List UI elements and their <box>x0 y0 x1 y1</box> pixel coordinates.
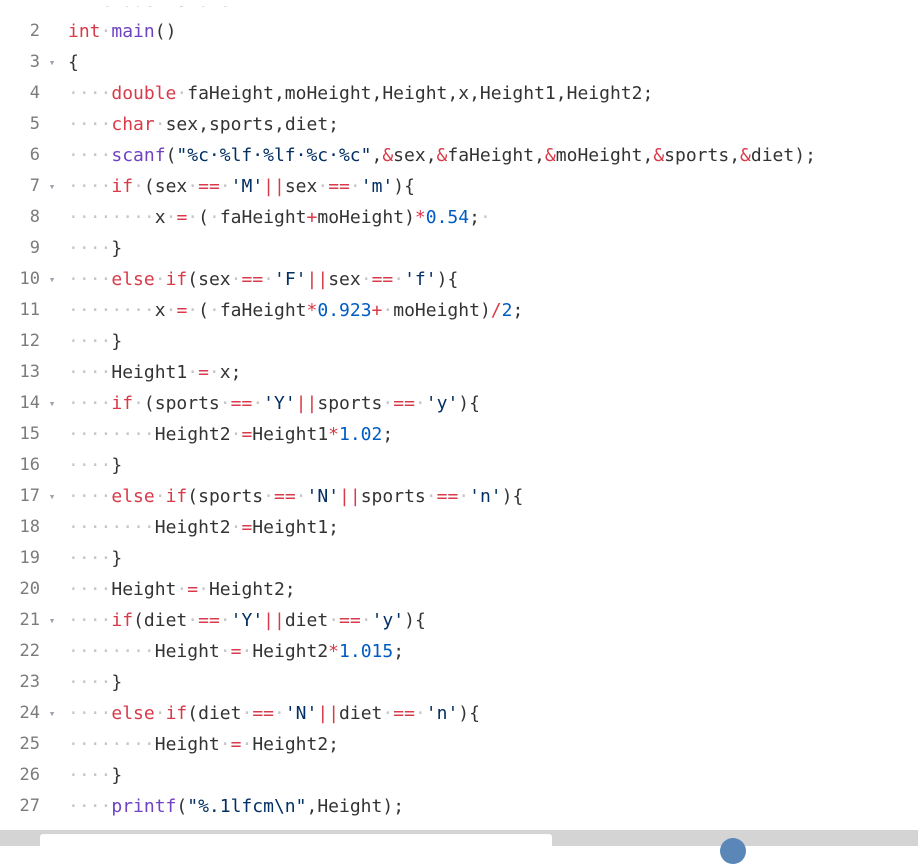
line-number: 18 <box>19 517 40 537</box>
editor-top-edge <box>0 0 918 6</box>
code-text: ····Height·=·Height2; <box>68 579 296 600</box>
line-number: 13 <box>19 362 40 382</box>
line-number: 2 <box>29 21 40 41</box>
code-line[interactable]: 11 ········x·=·(·faHeight*0.923+·moHeight… <box>0 295 918 326</box>
code-line[interactable]: 5 ····char·sex,sports,diet; <box>0 109 918 140</box>
line-number: 20 <box>19 579 40 599</box>
code-text: ····if·(sex·==·'M'||sex·==·'m'){ <box>68 176 415 197</box>
line-number: 26 <box>19 765 40 785</box>
code-line[interactable]: 18 ········Height2·=Height1; <box>0 512 918 543</box>
line-number: 23 <box>19 672 40 692</box>
code-line[interactable]: 24 ▾ ····else·if(diet·==·'N'||diet·==·'n')… <box>0 698 918 729</box>
code-line[interactable]: 16 ····} <box>0 450 918 481</box>
code-line[interactable]: 9 ····} <box>0 233 918 264</box>
code-text: ····scanf("%c·%lf·%lf·%c·%c",&sex,&faHei… <box>68 145 816 166</box>
line-number: 16 <box>19 455 40 475</box>
code-line[interactable]: 22 ········Height·=·Height2*1.015; <box>0 636 918 667</box>
fold-arrow-icon[interactable]: ▾ <box>45 388 59 419</box>
code-line[interactable]: 10 ▾ ····else·if(sex·==·'F'||sex·==·'f'){ <box>0 264 918 295</box>
code-text: ····else·if(sex·==·'F'||sex·==·'f'){ <box>68 269 459 290</box>
fold-arrow-icon[interactable]: ▾ <box>45 47 59 78</box>
code-text: ········x·=·(·faHeight+moHeight)*0.54;· <box>68 207 491 228</box>
code-text: ····} <box>68 672 123 693</box>
line-number: 7 <box>29 176 40 196</box>
code-line[interactable]: 3 ▾ { <box>0 47 918 78</box>
line-number: 12 <box>19 331 40 351</box>
line-number: 25 <box>19 734 40 754</box>
line-number: 11 <box>19 300 40 320</box>
line-number: 21 <box>19 610 40 630</box>
code-line[interactable]: 4 ····double·faHeight,moHeight,Height,x,H… <box>0 78 918 109</box>
scrollbar-thumb[interactable] <box>40 834 552 846</box>
code-text: ····} <box>68 548 123 569</box>
line-number: 17 <box>19 486 40 506</box>
code-line[interactable]: 17 ▾ ····else·if(sports·==·'N'||sports·==·… <box>0 481 918 512</box>
code-text: ········Height·=·Height2*1.015; <box>68 641 405 662</box>
code-text: ····printf("%.1lfcm\n",Height); <box>68 796 405 817</box>
line-number: 9 <box>29 238 40 258</box>
code-line[interactable]: 26 ····} <box>0 760 918 791</box>
code-line[interactable]: 21 ▾ ····if(diet·==·'Y'||diet·==·'y'){ <box>0 605 918 636</box>
code-line[interactable]: 14 ▾ ····if·(sports·==·'Y'||sports·==·'y')… <box>0 388 918 419</box>
line-number: 15 <box>19 424 40 444</box>
code-text: ····double·faHeight,moHeight,Height,x,He… <box>68 83 654 104</box>
code-text: ····else·if(sports·==·'N'||sports·==·'n'… <box>68 486 524 507</box>
fold-arrow-icon[interactable]: ▾ <box>45 481 59 512</box>
code-text: ····if·(sports·==·'Y'||sports·==·'y'){ <box>68 393 480 414</box>
code-text: ····} <box>68 331 123 352</box>
code-text: { <box>68 52 79 73</box>
code-text: ····char·sex,sports,diet; <box>68 114 340 135</box>
code-text: ····} <box>68 455 123 476</box>
line-number: 19 <box>19 548 40 568</box>
code-line[interactable]: 20 ····Height·=·Height2; <box>0 574 918 605</box>
code-text: ····} <box>68 765 123 786</box>
code-line[interactable]: 13 ····Height1·=·x; <box>0 357 918 388</box>
code-line[interactable]: 12 ····} <box>0 326 918 357</box>
code-text: ········Height2·=Height1*1.02; <box>68 424 394 445</box>
code-text: ········x·=·(·faHeight*0.923+·moHeight)/… <box>68 300 524 321</box>
line-number: 27 <box>19 796 40 816</box>
fold-arrow-icon[interactable]: ▾ <box>45 264 59 295</box>
line-number: 3 <box>29 52 40 72</box>
line-number: 10 <box>19 269 40 289</box>
line-number: 5 <box>29 114 40 134</box>
line-number: 22 <box>19 641 40 661</box>
fold-arrow-icon[interactable]: ▾ <box>45 605 59 636</box>
line-number: 14 <box>19 393 40 413</box>
line-number: 24 <box>19 703 40 723</box>
code-text: ····} <box>68 238 123 259</box>
code-line[interactable]: 27 ····printf("%.1lfcm\n",Height); <box>0 791 918 822</box>
code-line[interactable]: 6 ····scanf("%c·%lf·%lf·%c·%c",&sex,&faHe… <box>0 140 918 171</box>
fold-arrow-icon[interactable]: ▾ <box>45 698 59 729</box>
code-line[interactable]: 8 ········x·=·(·faHeight+moHeight)*0.54;· <box>0 202 918 233</box>
fold-arrow-icon[interactable]: ▾ <box>45 171 59 202</box>
line-number: 8 <box>29 207 40 227</box>
code-text: ········Height2·=Height1; <box>68 517 339 538</box>
code-text: ····Height1·=·x; <box>68 362 242 383</box>
code-line[interactable]: 2 int·main() <box>0 16 918 47</box>
code-text: ····else·if(diet·==·'N'||diet·==·'n'){ <box>68 703 480 724</box>
code-text: int·main() <box>68 21 177 42</box>
floating-action-icon[interactable] <box>720 838 746 864</box>
code-line[interactable]: 7 ▾ ····if·(sex·==·'M'||sex·==·'m'){ <box>0 171 918 202</box>
code-line[interactable]: 19 ····} <box>0 543 918 574</box>
code-text: ····if(diet·==·'Y'||diet·==·'y'){ <box>68 610 426 631</box>
code-line[interactable]: 15 ········Height2·=Height1*1.02; <box>0 419 918 450</box>
code-line[interactable]: 25 ········Height·=·Height2; <box>0 729 918 760</box>
code-line[interactable]: 23 ····} <box>0 667 918 698</box>
line-number: 6 <box>29 145 40 165</box>
line-number: 4 <box>29 83 40 103</box>
code-text: ········Height·=·Height2; <box>68 734 340 755</box>
code-editor[interactable]: 1#include·<stdio.h>2int·main()3▾{4····do… <box>0 0 918 830</box>
